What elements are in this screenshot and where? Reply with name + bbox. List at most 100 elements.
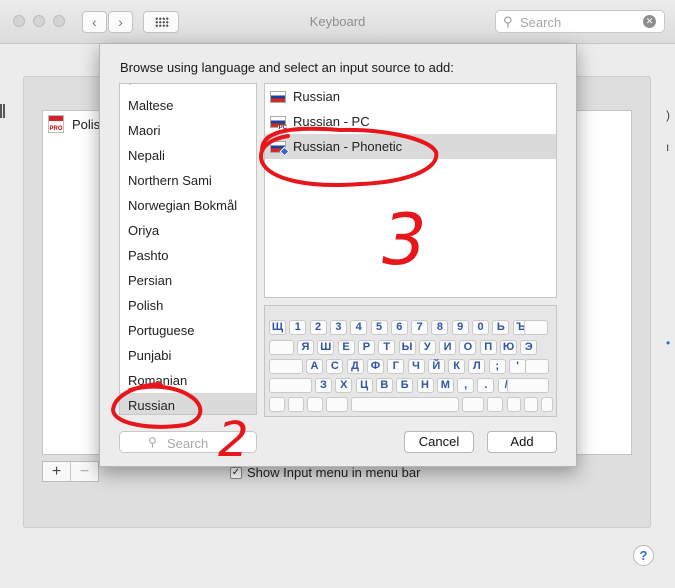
language-item[interactable]: Portuguese (120, 318, 256, 343)
remove-input-source-button[interactable]: − (70, 462, 98, 481)
help-button[interactable]: ? (633, 545, 654, 566)
clear-search-icon[interactable]: ✕ (643, 15, 656, 28)
input-source-russian-phonetic[interactable]: Russian - Phonetic (265, 134, 556, 159)
keyboard-key: З (315, 378, 332, 393)
keyboard-key: С (326, 359, 344, 374)
keyboard-key: Э (520, 340, 538, 355)
keyboard-key: Ц (355, 378, 373, 393)
keyboard-key: Ь (492, 320, 510, 335)
input-source-label: Russian (293, 89, 340, 104)
keyboard-key: 7 (411, 320, 429, 335)
keyboard-key: 8 (431, 320, 449, 335)
keyboard-key: ' (509, 359, 526, 374)
input-source-label: Russian - Phonetic (293, 139, 403, 154)
input-source-russian-pc[interactable]: PC Russian - PC (265, 109, 556, 134)
keyboard-key: Д (346, 359, 364, 374)
language-item[interactable]: Oriya (120, 218, 256, 243)
window-title-bar: ‹ › Keyboard ⚲ Search ✕ (0, 0, 675, 44)
list-icon (0, 104, 5, 118)
show-input-menu-checkbox[interactable]: ✓ (230, 466, 242, 479)
language-item[interactable]: Polish (120, 293, 256, 318)
keyboard-key: 0 (472, 320, 489, 335)
add-input-source-button[interactable]: + (43, 462, 70, 481)
keyboard-key: Ф (366, 359, 384, 374)
keyboard-key: Л (468, 359, 486, 374)
input-source-list[interactable]: Russian PC Russian - PC Russian - Phonet… (264, 83, 557, 298)
keyboard-key: 5 (370, 320, 388, 335)
search-icon: ⚲ (503, 14, 513, 29)
show-input-menu-option[interactable]: ✓ Show Input menu in menu bar (230, 465, 420, 480)
option-key (307, 397, 323, 412)
search-icon: ⚲ (148, 435, 157, 449)
keyboard-key: Ю (500, 340, 517, 355)
keyboard-key: . (477, 378, 495, 393)
keyboard-key: А (306, 359, 323, 374)
language-search-field[interactable]: ⚲ Search (119, 431, 257, 453)
language-item[interactable]: Norwegian Bokmål (120, 193, 256, 218)
keyboard-key: Б (396, 378, 414, 393)
option-key-right (487, 397, 503, 412)
keyboard-key: У (418, 340, 436, 355)
keyboard-key: В (375, 378, 393, 393)
window-search-field[interactable]: ⚲ Search ✕ (495, 10, 665, 33)
space-bar (351, 397, 459, 412)
russian-pc-flag-icon: PC (270, 115, 288, 131)
keyboard-key: Ш (317, 340, 335, 355)
right-shift-key (507, 378, 549, 393)
keyboard-key: Щ (269, 320, 286, 335)
keyboard-key: О (459, 340, 477, 355)
fn-key (269, 397, 285, 412)
keyboard-key: Ы (398, 340, 416, 355)
keyboard-key: ; (488, 359, 506, 374)
keyboard-key: Ч (407, 359, 425, 374)
input-source-item-polish[interactable]: PRO Polis (48, 115, 100, 133)
russian-phonetic-flag-icon (270, 140, 290, 156)
keyboard-key: Т (378, 340, 396, 355)
language-item[interactable]: Maltese (120, 93, 256, 118)
language-search-placeholder: Search (167, 436, 209, 451)
keyboard-key: Я (297, 340, 314, 355)
delete-key (524, 320, 548, 335)
sheet-prompt: Browse using language and select an inpu… (120, 60, 454, 75)
command-key-right (462, 397, 484, 412)
keyboard-key: 3 (329, 320, 347, 335)
language-item[interactable]: Persian (120, 268, 256, 293)
cut-off-text: ı (666, 140, 670, 154)
add-remove-buttons: + − (42, 461, 99, 482)
language-item[interactable]: Nepali (120, 143, 256, 168)
show-input-menu-label: Show Input menu in menu bar (247, 465, 421, 480)
keyboard-key: Н (416, 378, 434, 393)
input-source-label: Polis (72, 116, 101, 132)
return-key (525, 359, 549, 374)
keyboard-key: 4 (350, 320, 368, 335)
language-list[interactable]: • Maltese Maori Nepali Northern Sami Nor… (119, 83, 257, 415)
arrow-right-key (541, 397, 553, 412)
language-item[interactable]: Romanian (120, 368, 256, 393)
keyboard-key: 2 (309, 320, 327, 335)
language-item[interactable]: Punjabi (120, 343, 256, 368)
add-input-source-sheet: Browse using language and select an inpu… (99, 43, 577, 467)
language-item[interactable]: Northern Sami (120, 168, 256, 193)
add-button[interactable]: Add (487, 431, 557, 453)
input-source-russian[interactable]: Russian (265, 84, 556, 109)
language-item[interactable]: Maori (120, 118, 256, 143)
arrow-down-key (524, 397, 538, 412)
control-key (288, 397, 304, 412)
caps-lock-key (269, 359, 303, 374)
keyboard-key: Е (337, 340, 355, 355)
russian-flag-icon (270, 90, 286, 103)
keyboard-key: Х (335, 378, 353, 393)
keyboard-key: 1 (289, 320, 307, 335)
arrow-left-key (507, 397, 521, 412)
keyboard-key: М (436, 378, 454, 393)
keyboard-key: К (448, 359, 466, 374)
cancel-button[interactable]: Cancel (404, 431, 474, 453)
keyboard-key: Й (427, 359, 445, 374)
keyboard-key: И (439, 340, 457, 355)
window-search-placeholder: Search (520, 15, 562, 30)
cut-off-text: ) (666, 108, 670, 122)
language-item-selected[interactable]: Russian (120, 393, 256, 414)
command-key (326, 397, 348, 412)
keyboard-key: П (479, 340, 497, 355)
language-item[interactable]: Pashto (120, 243, 256, 268)
